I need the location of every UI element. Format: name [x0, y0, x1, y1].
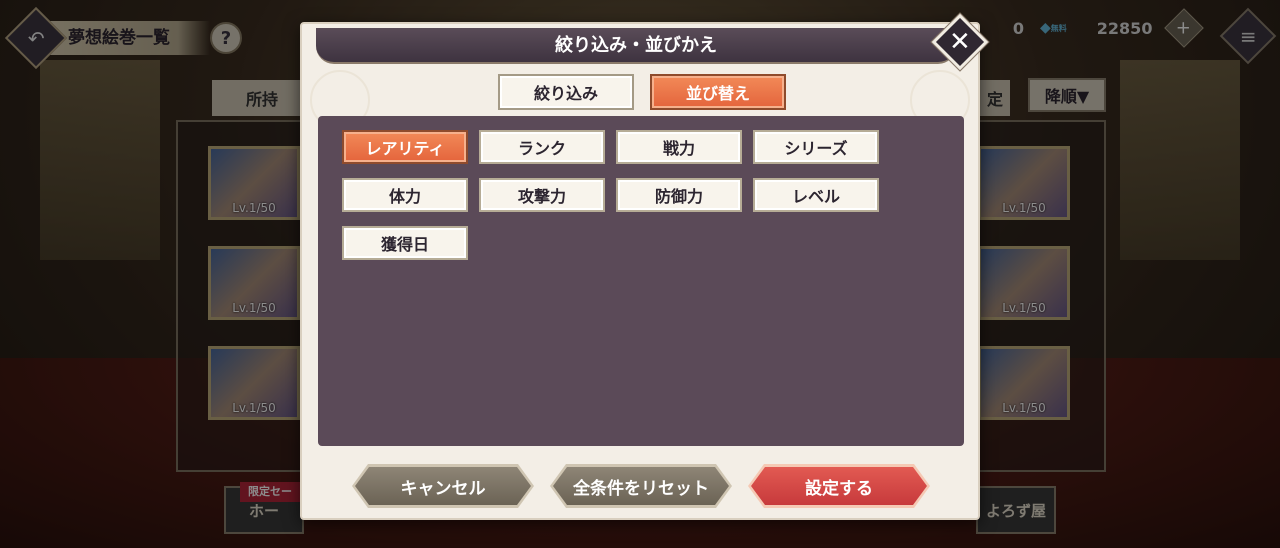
- sort-option-button[interactable]: 防御力: [616, 178, 742, 212]
- sort-option-button[interactable]: 攻撃力: [479, 178, 605, 212]
- confirm-label: 設定する: [805, 478, 873, 499]
- mode-tabs: 絞り込み 並び替え: [498, 74, 786, 110]
- sort-option-button[interactable]: シリーズ: [753, 130, 879, 164]
- sort-option-button[interactable]: ランク: [479, 130, 605, 164]
- sort-option-button[interactable]: 戦力: [616, 130, 742, 164]
- sort-option-button[interactable]: 獲得日: [342, 226, 468, 260]
- sort-option-button[interactable]: 体力: [342, 178, 468, 212]
- close-icon: ✕: [949, 26, 971, 57]
- reset-button[interactable]: 全条件をリセット: [550, 464, 732, 508]
- cancel-label: キャンセル: [400, 478, 486, 499]
- cancel-button[interactable]: キャンセル: [352, 464, 534, 508]
- sort-option-button[interactable]: レベル: [753, 178, 879, 212]
- dialog-title: 絞り込み・並びかえ: [316, 28, 956, 64]
- tab-filter[interactable]: 絞り込み: [498, 74, 634, 110]
- sort-options-grid: レアリティ ランク 戦力 シリーズ体力 攻撃力 防御力 レベル獲得日: [342, 130, 879, 260]
- sort-options-panel: レアリティ ランク 戦力 シリーズ体力 攻撃力 防御力 レベル獲得日: [318, 116, 964, 446]
- tab-sort[interactable]: 並び替え: [650, 74, 786, 110]
- sort-filter-dialog: 絞り込み・並びかえ 絞り込み 並び替え レアリティ ランク 戦力 シリーズ体力 攻撃力防…: [300, 22, 980, 520]
- confirm-button[interactable]: 設定する: [748, 464, 930, 508]
- sort-option-button[interactable]: レアリティ: [342, 130, 468, 164]
- reset-label: 全条件をリセット: [573, 478, 709, 499]
